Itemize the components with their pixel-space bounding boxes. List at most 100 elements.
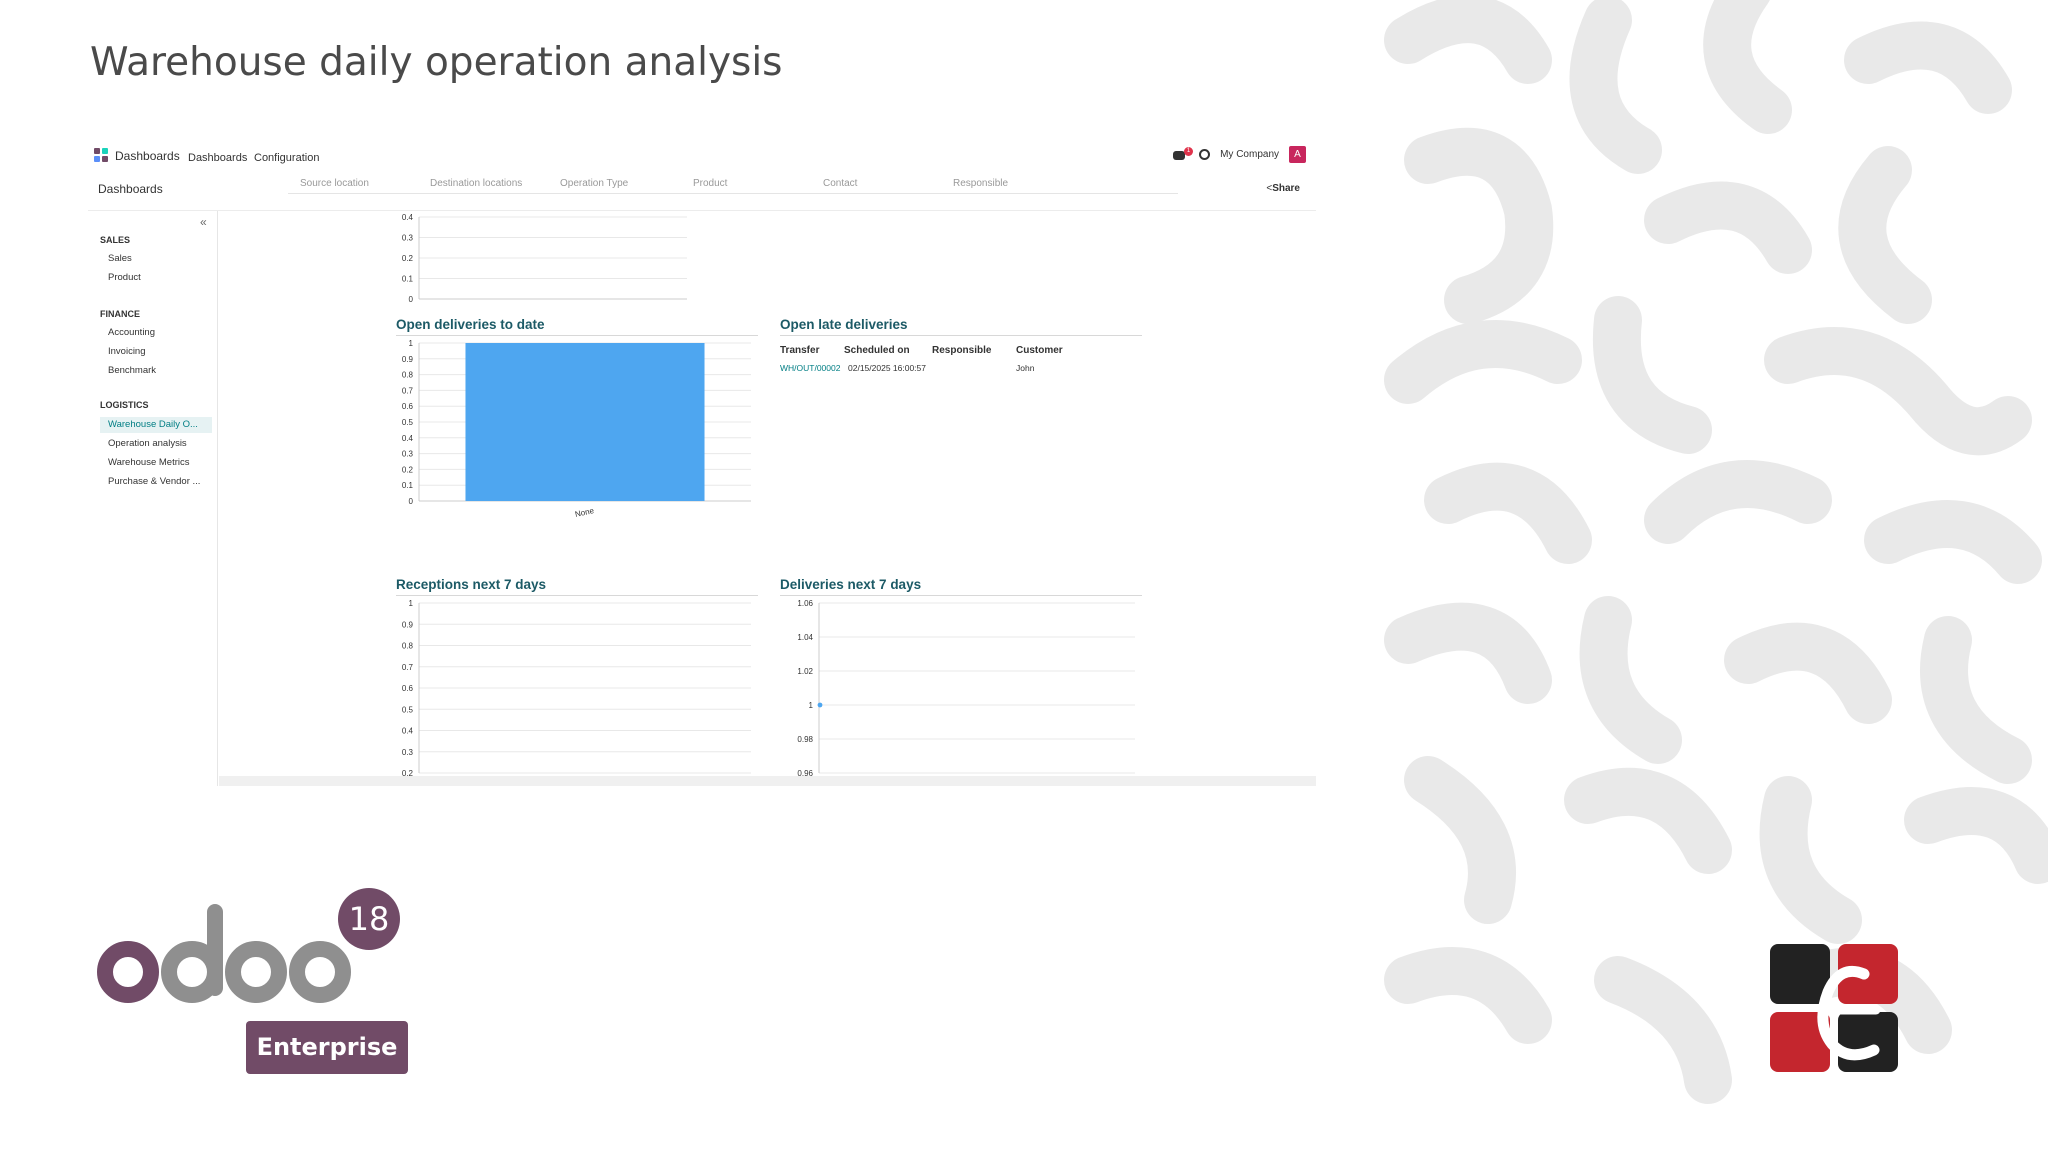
chart-receptions-ytick-label: 0.9 bbox=[402, 620, 414, 629]
chart-open-deliveries-ytick-label: 0.3 bbox=[402, 450, 414, 459]
late-deliveries-table: Transfer Scheduled on Responsible Custom… bbox=[780, 345, 1142, 385]
chart-receptions: 0.20.30.40.50.60.70.80.91 bbox=[402, 599, 751, 777]
chart-receptions-ytick-label: 0.4 bbox=[402, 727, 414, 736]
chart-open-deliveries: 0 0.1 0.2 0.3 0.4 0.5 0.6 0.7 0.8 0.9 1 None bbox=[402, 339, 751, 517]
sidebar-heading-logistics: LOGISTICS bbox=[100, 400, 149, 410]
card-rule bbox=[396, 595, 758, 596]
filter-destination-locations[interactable]: Destination locations bbox=[430, 178, 522, 189]
card-title-receptions: Receptions next 7 days bbox=[396, 577, 547, 592]
chart-deliveries-next-ytick-label: 1.02 bbox=[797, 667, 813, 676]
card-title-deliveries-next: Deliveries next 7 days bbox=[780, 577, 922, 592]
chart-open-deliveries-ytick-label: 0.4 bbox=[402, 434, 414, 443]
card-rule bbox=[780, 335, 1142, 336]
chart-top-partial: 0 0.1 0.2 0.3 0.4 bbox=[402, 213, 687, 304]
chart-top-ytick-label: 0 bbox=[409, 295, 414, 304]
chart-point[interactable] bbox=[817, 702, 823, 708]
dashboard-main: 0 0.1 0.2 0.3 0.4 Open deliveries to date 00… bbox=[219, 211, 1316, 777]
filter-contact[interactable]: Contact bbox=[823, 178, 857, 189]
card-title-open-late-deliveries: Open late deliveries bbox=[780, 317, 908, 332]
chart-open-deliveries-ytick-label: 0.2 bbox=[402, 465, 414, 474]
version-badge: 18 bbox=[338, 888, 400, 950]
chart-open-deliveries-ytick-label: 0.1 bbox=[402, 481, 414, 490]
chart-open-deliveries-ytick-label: 0.6 bbox=[402, 402, 414, 411]
sidebar-item-invoicing[interactable]: Invoicing bbox=[100, 344, 212, 360]
chart-top-ytick-label: 0.1 bbox=[402, 275, 414, 284]
share-label: Share bbox=[1272, 183, 1300, 194]
odoo-letter-o3 bbox=[289, 941, 351, 1003]
chart-top-ytick-label: 0.3 bbox=[402, 234, 414, 243]
chart-receptions-ytick-label: 0.3 bbox=[402, 748, 414, 757]
partner-logo-square bbox=[1838, 1012, 1898, 1072]
sidebar-item-warehouse-metrics[interactable]: Warehouse Metrics bbox=[100, 455, 212, 471]
slide-title: Warehouse daily operation analysis bbox=[90, 40, 783, 85]
filter-responsible[interactable]: Responsible bbox=[953, 178, 1008, 189]
share-button[interactable]: <Share bbox=[1266, 183, 1300, 194]
odoo-letter-o2 bbox=[225, 941, 287, 1003]
breadcrumb[interactable]: Dashboards bbox=[98, 182, 163, 196]
chart-receptions-ytick-label: 0.7 bbox=[402, 663, 414, 672]
dashboard-screenshot: Dashboards Dashboards Configuration 1 My… bbox=[88, 140, 1316, 786]
col-scheduled-on[interactable]: Scheduled on bbox=[844, 345, 910, 356]
dashboard-sidebar: « SALES Sales Product FINANCE Accounting… bbox=[88, 211, 218, 786]
partner-logo bbox=[1770, 944, 1898, 1072]
card-rule bbox=[396, 335, 758, 336]
chart-open-deliveries-ytick-label: 0.9 bbox=[402, 355, 414, 364]
filter-product[interactable]: Product bbox=[693, 178, 727, 189]
sidebar-item-sales[interactable]: Sales bbox=[100, 251, 212, 267]
sidebar-heading-sales: SALES bbox=[100, 235, 131, 245]
sidebar-heading-finance: FINANCE bbox=[100, 309, 140, 319]
sidebar-item-operation-analysis[interactable]: Operation analysis bbox=[100, 436, 212, 452]
table-row[interactable]: WH/OUT/00002 02/15/2025 16:00:57 John bbox=[780, 363, 1142, 375]
chart-open-deliveries-ytick-label: 0.5 bbox=[402, 418, 414, 427]
chart-receptions-ytick-label: 0.5 bbox=[402, 705, 414, 714]
card-title-open-deliveries: Open deliveries to date bbox=[396, 317, 545, 332]
dashboards-app-icon bbox=[94, 148, 109, 163]
chart-open-deliveries-ytick-label: 1 bbox=[409, 339, 414, 348]
app-name: Dashboards bbox=[115, 148, 180, 163]
chart-deliveries-next: 0.960.9811.021.041.06 bbox=[797, 599, 1135, 777]
col-transfer[interactable]: Transfer bbox=[780, 345, 819, 356]
chart-deliveries-next-ytick-label: 1.04 bbox=[797, 633, 813, 642]
chart-deliveries-next-ytick-label: 0.98 bbox=[797, 735, 813, 744]
chart-xtick-label: None bbox=[574, 506, 595, 517]
chart-top-ytick-label: 0.4 bbox=[402, 213, 414, 222]
navbar-systray: 1 My Company A bbox=[1173, 146, 1306, 163]
sidebar-item-accounting[interactable]: Accounting bbox=[100, 325, 212, 341]
avatar[interactable]: A bbox=[1289, 146, 1306, 163]
chart-deliveries-next-ytick-label: 1.06 bbox=[797, 599, 813, 608]
transfer-link[interactable]: WH/OUT/00002 bbox=[780, 363, 840, 373]
top-navbar: Dashboards Dashboards Configuration 1 My… bbox=[88, 140, 1316, 174]
chart-deliveries-next-ytick-label: 1 bbox=[809, 701, 814, 710]
col-responsible[interactable]: Responsible bbox=[932, 345, 991, 356]
filter-source-location[interactable]: Source location bbox=[300, 178, 369, 189]
chart-open-deliveries-ytick-label: 0 bbox=[409, 497, 414, 506]
chart-receptions-ytick-label: 0.6 bbox=[402, 684, 414, 693]
chart-receptions-ytick-label: 0.8 bbox=[402, 642, 414, 651]
decorative-pattern bbox=[1384, 0, 2048, 1104]
menu-dashboards[interactable]: Dashboards bbox=[188, 152, 247, 164]
chat-badge: 1 bbox=[1184, 146, 1194, 156]
odoo-letter-d-stem bbox=[207, 904, 223, 996]
enterprise-badge: Enterprise bbox=[246, 1021, 408, 1074]
collapse-sidebar-button[interactable]: « bbox=[200, 215, 207, 229]
sidebar-item-warehouse-daily[interactable]: Warehouse Daily O... bbox=[100, 417, 212, 433]
chart-top-ytick-label: 0.2 bbox=[402, 254, 414, 263]
col-customer[interactable]: Customer bbox=[1016, 345, 1063, 356]
company-switcher[interactable]: My Company bbox=[1220, 149, 1279, 160]
app-brand[interactable]: Dashboards bbox=[94, 148, 180, 163]
activity-clock-icon[interactable] bbox=[1199, 149, 1211, 160]
chart-receptions-ytick-label: 1 bbox=[409, 599, 414, 608]
filter-operation-type[interactable]: Operation Type bbox=[560, 178, 628, 189]
chart-bar[interactable] bbox=[465, 343, 705, 501]
chart-open-deliveries-ytick-label: 0.8 bbox=[402, 371, 414, 380]
sidebar-item-benchmark[interactable]: Benchmark bbox=[100, 363, 212, 379]
horizontal-scrollbar[interactable] bbox=[219, 776, 1316, 786]
chart-open-deliveries-ytick-label: 0.7 bbox=[402, 386, 414, 395]
menu-configuration[interactable]: Configuration bbox=[254, 152, 319, 164]
dashboard-content: « SALES Sales Product FINANCE Accounting… bbox=[88, 210, 1316, 786]
partner-logo-square bbox=[1770, 944, 1830, 1004]
chat-icon[interactable]: 1 bbox=[1173, 146, 1194, 162]
sidebar-item-purchase-vendor[interactable]: Purchase & Vendor ... bbox=[100, 474, 212, 490]
sidebar-item-product[interactable]: Product bbox=[100, 270, 212, 286]
filter-bar: Source location Destination locations Op… bbox=[288, 178, 1178, 194]
